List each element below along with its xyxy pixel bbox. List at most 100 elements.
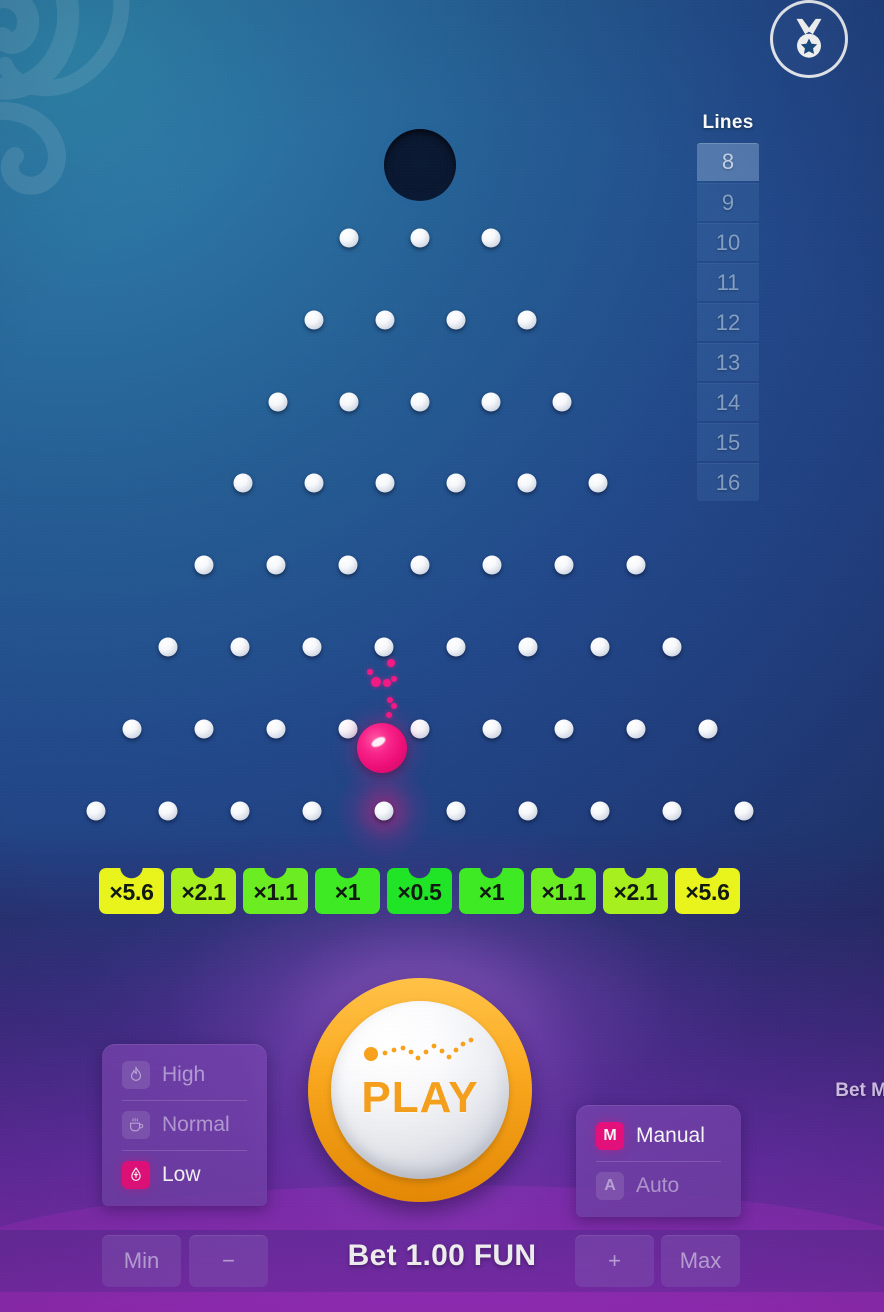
drop-hole[interactable]: [384, 129, 456, 201]
peg-r3-c2: [339, 392, 359, 412]
peg-r4-c3: [375, 473, 394, 493]
peg-r8-c5: [374, 801, 394, 821]
bet-mode-panel[interactable]: M Manual A Auto: [576, 1105, 741, 1217]
ball-trail-particle-4: [383, 679, 391, 687]
multiplier-label: ×5.6: [685, 879, 730, 905]
ball-trail-particle-3: [391, 676, 397, 682]
peg-r1-c1: [339, 228, 359, 248]
peg-r6-c4: [374, 637, 394, 657]
flame-icon: [122, 1061, 150, 1089]
peg-r6-c7: [590, 637, 610, 657]
peg-r5-c5: [482, 555, 502, 575]
multiplier-slot-3: ×1.1: [243, 868, 308, 914]
bet-increase-button[interactable]: +: [575, 1235, 654, 1287]
peg-r2-c1: [304, 310, 323, 330]
multiplier-slot-8: ×2.1: [603, 868, 668, 914]
peg-r3-c4: [481, 392, 501, 412]
risk-option-normal-label: Normal: [162, 1113, 230, 1136]
peg-r5-c6: [554, 555, 574, 575]
coffee-cup-icon: [122, 1111, 150, 1139]
peg-r7-c5: [410, 719, 430, 739]
bet-amount: Bet 1.00 FUN: [347, 1239, 537, 1272]
peg-r7-c3: [266, 719, 286, 739]
peg-r7-c1: [122, 719, 142, 739]
peg-r7-c2: [194, 719, 214, 739]
ball-trail-particle-8: [367, 669, 373, 675]
peg-r7-c8: [626, 719, 646, 739]
play-button[interactable]: PLAY: [308, 978, 532, 1202]
bet-mode-option-manual[interactable]: M Manual: [576, 1111, 741, 1161]
peg-r8-c1: [86, 801, 106, 821]
bet-mode-option-auto-label: Auto: [636, 1174, 680, 1197]
peg-r8-c4: [302, 801, 322, 821]
risk-option-low-label: Low: [162, 1163, 201, 1186]
risk-level-title: Risk Level: [0, 1020, 282, 1042]
peg-r2-c3: [446, 310, 465, 330]
multiplier-label: ×5.6: [109, 879, 154, 905]
peg-r4-c1: [233, 473, 252, 493]
multiplier-slot-7: ×1.1: [531, 868, 596, 914]
plinko-ball: [357, 723, 407, 773]
risk-option-high-label: High: [162, 1063, 206, 1086]
plinko-board[interactable]: [0, 0, 884, 940]
multiplier-label: ×2.1: [613, 879, 658, 905]
peg-r4-c4: [446, 473, 465, 493]
play-button-face: PLAY: [331, 1001, 509, 1179]
play-button-label: PLAY: [361, 1073, 479, 1122]
risk-option-low[interactable]: Low: [102, 1150, 267, 1200]
peg-r7-c9: [698, 719, 718, 739]
peg-r7-c4: [338, 719, 358, 739]
peg-r1-c2: [410, 228, 430, 248]
game-stage: Lines 8 9 10 11 12 13 14 15 16 ×5.6 ×2.1 ×1.1 ×1 ×0.…: [0, 0, 884, 1312]
peg-r6-c1: [158, 637, 178, 657]
peg-r8-c2: [158, 801, 178, 821]
multiplier-label: ×2.1: [181, 879, 226, 905]
peg-r5-c7: [626, 555, 646, 575]
peg-r2-c2: [375, 310, 394, 330]
ice-drop-icon: [122, 1161, 150, 1189]
peg-r8-c7: [518, 801, 538, 821]
multiplier-slot-2: ×2.1: [171, 868, 236, 914]
controls-area: Risk Level High Normal: [0, 908, 884, 1312]
ball-trajectory-icon: [364, 1037, 474, 1061]
peg-r6-c6: [518, 637, 538, 657]
manual-badge-icon: M: [596, 1122, 624, 1150]
bet-max-button[interactable]: Max: [661, 1235, 740, 1287]
play-button-wrap: PLAY: [238, 908, 602, 1272]
ball-trail-particle-2: [371, 677, 381, 687]
peg-r8-c10: [734, 801, 754, 821]
bet-mode-option-auto[interactable]: A Auto: [576, 1161, 741, 1211]
multiplier-slot-4: ×1: [315, 868, 380, 914]
multiplier-label: ×0.5: [397, 879, 442, 905]
multiplier-label: ×1: [334, 879, 361, 905]
peg-r4-c5: [517, 473, 536, 493]
multiplier-label: ×1.1: [541, 879, 586, 905]
peg-r5-c3: [338, 555, 358, 575]
ball-trail-particle-1: [387, 659, 395, 667]
peg-r6-c5: [446, 637, 466, 657]
auto-badge-icon: A: [596, 1172, 624, 1200]
multiplier-slot-1: ×5.6: [99, 868, 164, 914]
peg-r3-c3: [410, 392, 430, 412]
bet-mode-option-manual-label: Manual: [636, 1124, 705, 1147]
bet-bar: Min − Bet 1.00 FUN + Max: [0, 1230, 884, 1292]
peg-r6-c2: [230, 637, 250, 657]
peg-r8-c9: [662, 801, 682, 821]
peg-r2-c4: [517, 310, 536, 330]
peg-r6-c3: [302, 637, 322, 657]
peg-r1-c3: [481, 228, 501, 248]
peg-r8-c6: [446, 801, 466, 821]
peg-r3-c5: [552, 392, 572, 412]
peg-r3-c1: [268, 392, 288, 412]
peg-r5-c2: [266, 555, 286, 575]
multiplier-label: ×1: [478, 879, 505, 905]
ball-trail-particle-6: [391, 703, 397, 709]
peg-r5-c4: [410, 555, 430, 575]
multiplier-label: ×1.1: [253, 879, 298, 905]
peg-r6-c8: [662, 637, 682, 657]
ball-trail-particle-5: [387, 697, 393, 703]
peg-r4-c2: [304, 473, 323, 493]
peg-r4-c6: [588, 473, 607, 493]
multiplier-slot-9: ×5.6: [675, 868, 740, 914]
peg-r5-c1: [194, 555, 214, 575]
